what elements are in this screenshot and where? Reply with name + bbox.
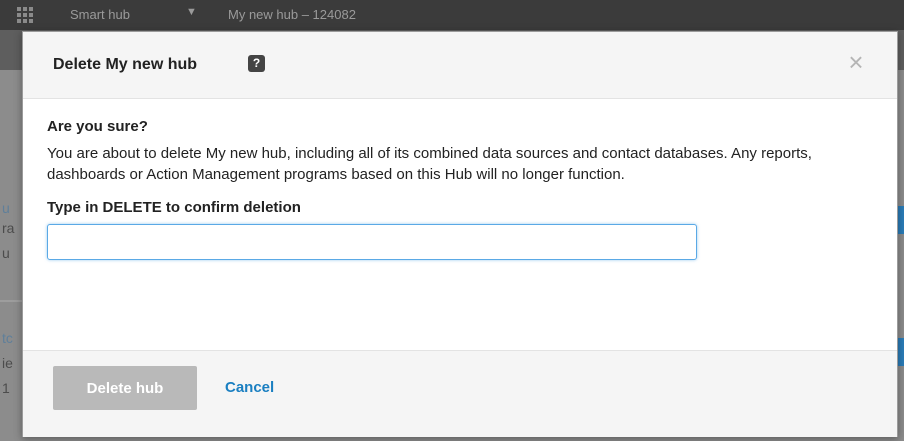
bg-text-fragment: u xyxy=(2,245,10,261)
confirm-heading: Are you sure? xyxy=(47,118,148,135)
app-topbar: Smart hub ▼ My new hub – 124082 xyxy=(0,0,904,30)
question-icon[interactable]: ? xyxy=(248,55,265,72)
bg-divider xyxy=(0,300,22,302)
breadcrumb-smart-hub[interactable]: Smart hub xyxy=(70,7,130,22)
grid-icon[interactable] xyxy=(16,6,34,24)
bg-side-tab xyxy=(898,338,904,366)
bg-text-fragment: ra xyxy=(2,220,15,236)
delete-hub-dialog: Delete My new hub ? × Are you sure? You … xyxy=(22,31,898,437)
dialog-body: Are you sure? You are about to delete My… xyxy=(47,118,867,260)
bg-side-tab xyxy=(898,206,904,234)
dialog-title: Delete My new hub xyxy=(53,56,198,73)
breadcrumb-current-hub: My new hub – 124082 xyxy=(228,7,356,22)
warning-text: You are about to delete My new hub, incl… xyxy=(47,145,812,183)
confirm-field-label: Type in DELETE to confirm deletion xyxy=(47,199,301,216)
dialog-footer: Delete hub Cancel xyxy=(23,350,897,437)
delete-confirmation-input[interactable] xyxy=(47,224,697,260)
cancel-link[interactable]: Cancel xyxy=(225,379,274,396)
dialog-header: Delete My new hub ? × xyxy=(23,32,897,99)
bg-text-fragment: ie xyxy=(2,355,13,371)
chevron-down-icon[interactable]: ▼ xyxy=(186,6,197,18)
delete-hub-button[interactable]: Delete hub xyxy=(53,366,197,410)
bg-text-fragment: u xyxy=(2,200,10,216)
close-icon[interactable]: × xyxy=(841,47,871,77)
bg-text-fragment: tc xyxy=(2,330,13,346)
bg-text-fragment: 1 xyxy=(2,380,10,396)
